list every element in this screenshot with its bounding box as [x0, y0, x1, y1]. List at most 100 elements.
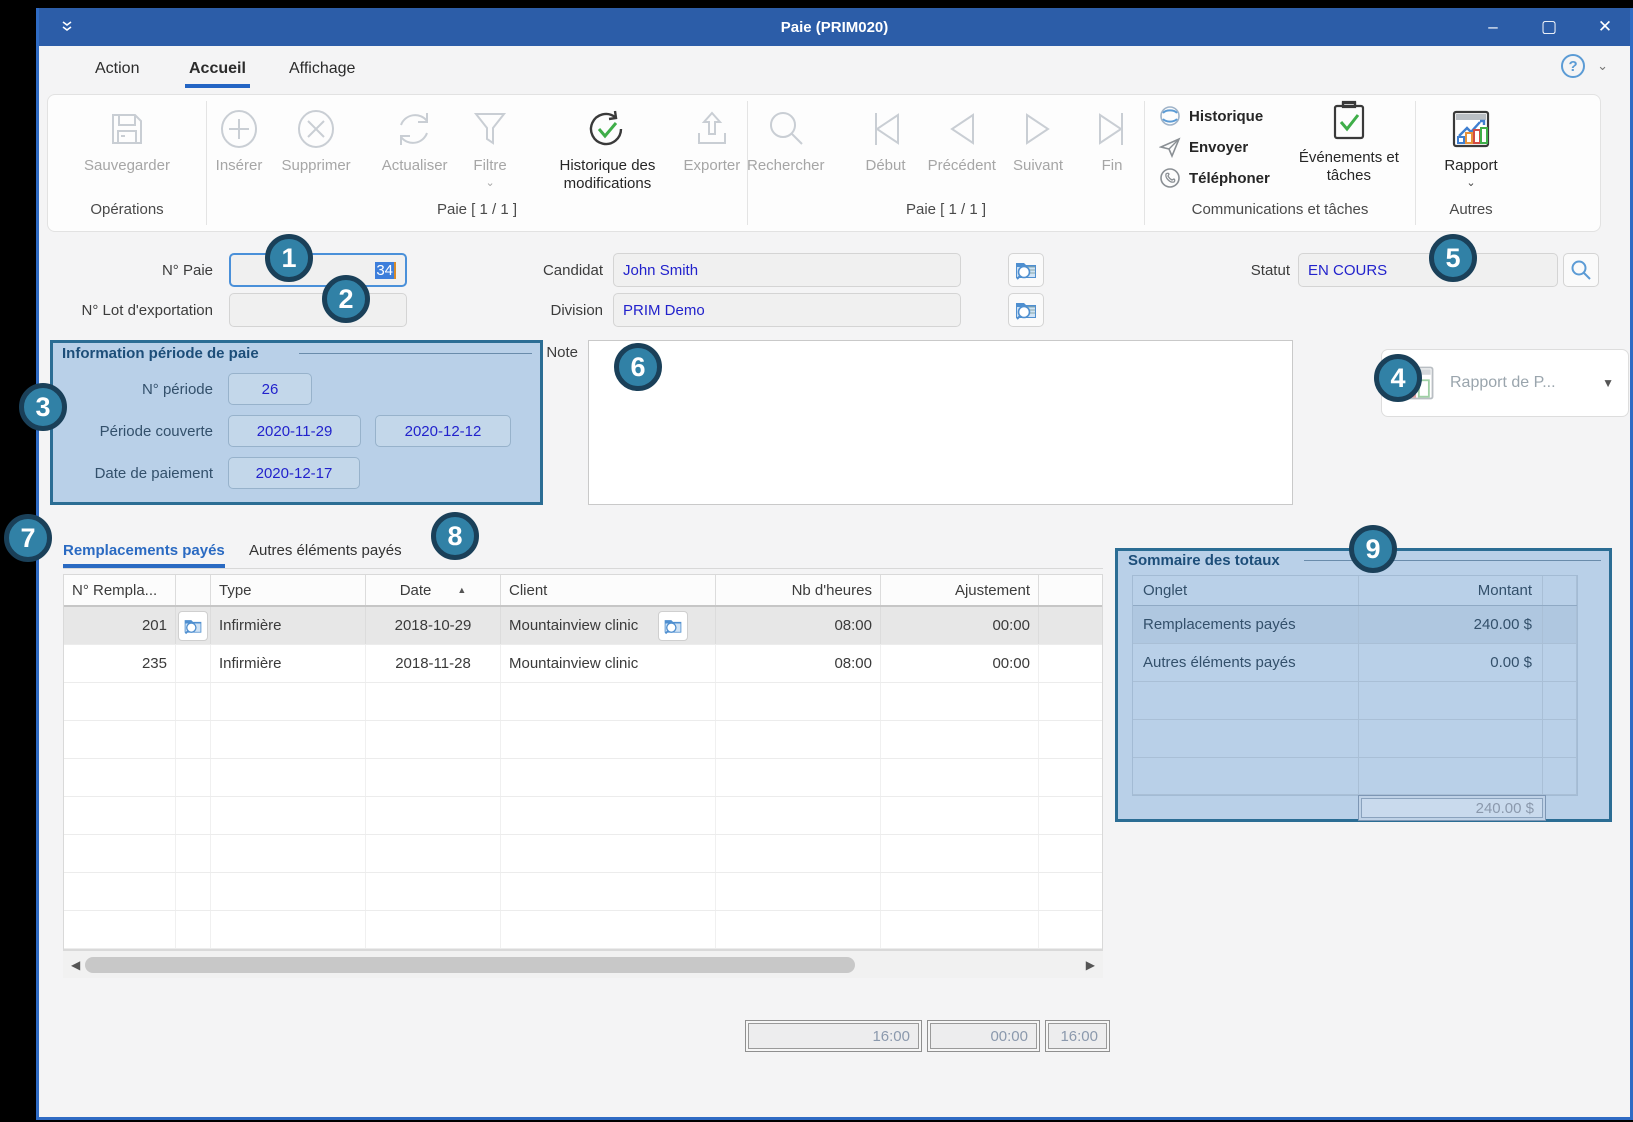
insert-button[interactable]: Insérer [207, 103, 271, 177]
periode-from-field[interactable]: 2020-11-29 [228, 415, 361, 447]
division-field[interactable]: PRIM Demo [613, 293, 961, 327]
menu-tab-accueil[interactable]: Accueil [187, 56, 248, 82]
date-paiement-field[interactable]: 2020-12-17 [228, 457, 360, 489]
cell-empty [501, 797, 716, 834]
statut-search-button[interactable] [1563, 253, 1599, 287]
table-row-empty [64, 759, 1103, 797]
no-lot-field[interactable] [229, 293, 407, 327]
filter-chevron-icon: ⌄ [485, 176, 494, 189]
cell-adjust: 00:00 [881, 607, 1039, 644]
folder-search-icon [183, 616, 203, 636]
table-row-empty [64, 683, 1103, 721]
save-icon [105, 105, 149, 153]
candidat-field[interactable]: John Smith [613, 253, 961, 287]
phone-button[interactable]: Téléphoner [1159, 167, 1270, 189]
cell-empty [501, 873, 716, 910]
next-record-icon [1016, 105, 1060, 153]
no-paie-field[interactable]: 34 [229, 253, 407, 287]
note-textarea[interactable] [588, 340, 1293, 505]
cell-empty [1039, 759, 1103, 796]
cell-empty [211, 721, 366, 758]
col-header-hours[interactable]: Nb d'heures [716, 575, 881, 605]
table-row-empty [64, 873, 1103, 911]
search-record-button[interactable]: Rechercher [748, 103, 824, 177]
candidat-lookup-button[interactable] [1008, 253, 1044, 287]
menu-tab-action[interactable]: Action [93, 56, 141, 82]
col-header-adjust[interactable]: Ajustement [881, 575, 1039, 605]
chevron-down-icon[interactable]: ⌄ [1597, 58, 1608, 74]
search-icon [764, 105, 808, 153]
candidat-label: Candidat [469, 262, 603, 279]
cell-empty [176, 797, 211, 834]
minimize-button[interactable]: – [1482, 17, 1504, 37]
history-icon [1159, 105, 1181, 127]
tab-remplacements-payes[interactable]: Remplacements payés [63, 542, 225, 559]
sommaire-blank [1543, 644, 1577, 681]
col-header-onglet[interactable]: Onglet [1133, 576, 1359, 605]
help-icon[interactable]: ? [1561, 54, 1585, 78]
table-header-row: N° Rempla... Type Date▲ Client Nb d'heur… [64, 575, 1103, 607]
scroll-left-icon[interactable]: ◀ [71, 958, 80, 972]
app-window: Paie (PRIM020) – ▢ ✕ Action Accueil Affi… [36, 8, 1633, 1120]
cell-type: Infirmière [211, 645, 366, 682]
cell-empty [366, 835, 501, 872]
cell-empty [501, 835, 716, 872]
callout-9: 9 [1349, 525, 1397, 573]
filter-button[interactable]: Filtre ⌄ [458, 103, 522, 191]
col-header-montant[interactable]: Montant [1359, 576, 1543, 605]
last-record-icon [1090, 105, 1134, 153]
sommaire-total-box: 240.00 $ [1358, 795, 1546, 821]
table-row[interactable]: 235 Infirmière 2018-11-28 Mountainview c… [64, 645, 1103, 683]
folder-search-icon [663, 616, 683, 636]
cell-empty [366, 873, 501, 910]
next-record-button[interactable]: Suivant [1006, 103, 1070, 177]
statut-field[interactable]: EN COURS [1298, 253, 1558, 287]
col-header-extra[interactable] [1039, 575, 1103, 605]
sommaire-panel: Sommaire des totaux Onglet Montant Rempl… [1115, 548, 1612, 822]
history-modifications-button[interactable]: Historique des modifications [542, 103, 673, 195]
no-paie-value: 34 [375, 262, 396, 279]
col-header-type[interactable]: Type [211, 575, 366, 605]
magnifier-icon [1570, 259, 1592, 281]
cell-empty [211, 835, 366, 872]
table-row[interactable]: 201 Infirmière 2018-10-29 Mountainview c… [64, 607, 1103, 645]
save-button[interactable]: Sauvegarder [76, 103, 178, 177]
last-record-button[interactable]: Fin [1080, 103, 1144, 177]
delete-button[interactable]: Supprimer [275, 103, 357, 177]
report-icon [1448, 105, 1494, 153]
export-button[interactable]: Exporter [677, 103, 747, 177]
close-button[interactable]: ✕ [1594, 17, 1616, 37]
horizontal-scrollbar[interactable]: ◀ ▶ [63, 950, 1103, 978]
cell-empty [64, 759, 176, 796]
cell-lookup [176, 607, 211, 644]
menu-tab-affichage[interactable]: Affichage [287, 56, 357, 82]
table-row-empty [64, 835, 1103, 873]
col-header-date[interactable]: Date▲ [366, 575, 501, 605]
row-lookup-button[interactable] [178, 611, 208, 641]
cell-no: 235 [64, 645, 176, 682]
sommaire-row[interactable]: Autres éléments payés 0.00 $ [1133, 644, 1577, 682]
group-label-autres: Autres [1416, 201, 1526, 231]
cell-empty [881, 835, 1039, 872]
refresh-button[interactable]: Actualiser [375, 103, 454, 177]
col-header-client[interactable]: Client [501, 575, 716, 605]
no-periode-field[interactable]: 26 [228, 373, 312, 405]
sommaire-row[interactable]: Remplacements payés 240.00 $ [1133, 606, 1577, 644]
client-lookup-button[interactable] [658, 611, 688, 641]
send-button[interactable]: Envoyer [1159, 136, 1270, 158]
cell-empty [716, 873, 881, 910]
table-row-empty [64, 911, 1103, 949]
previous-record-button[interactable]: Précédent [928, 103, 996, 177]
scroll-right-icon[interactable]: ▶ [1086, 958, 1095, 972]
report-button[interactable]: Rapport ⌄ [1436, 103, 1505, 191]
first-record-button[interactable]: Début [854, 103, 918, 177]
history-button[interactable]: Historique [1159, 105, 1270, 127]
periode-to-field[interactable]: 2020-12-12 [375, 415, 511, 447]
scrollbar-thumb[interactable] [85, 957, 855, 973]
division-lookup-button[interactable] [1008, 293, 1044, 327]
maximize-button[interactable]: ▢ [1538, 17, 1560, 37]
events-tasks-button[interactable]: Événements et tâches [1286, 95, 1412, 201]
col-header-no[interactable]: N° Rempla... [64, 575, 176, 605]
col-header-icon[interactable] [176, 575, 211, 605]
tab-autres-elements-payes[interactable]: Autres éléments payés [249, 542, 402, 559]
